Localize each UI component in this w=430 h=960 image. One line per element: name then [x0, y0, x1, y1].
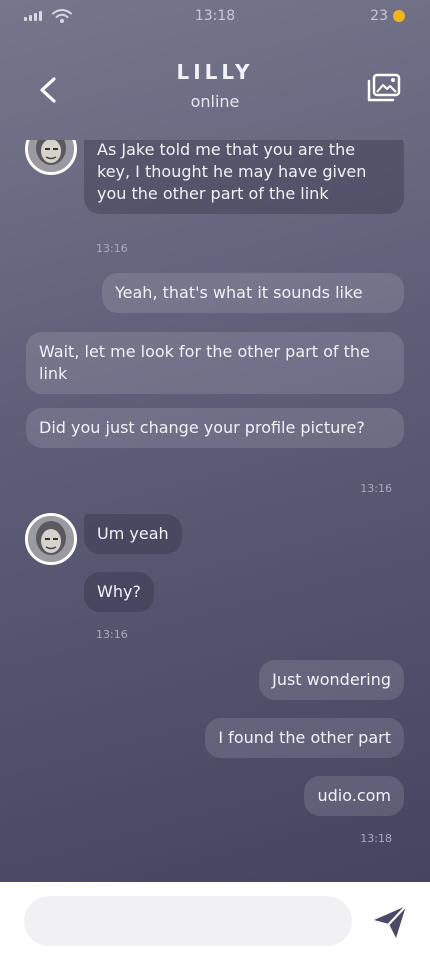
message-bubble: Why?: [84, 572, 154, 612]
message-text: Wait, let me look for the other part of …: [39, 342, 370, 383]
send-icon[interactable]: [370, 902, 410, 942]
message-bubble: I found the other part: [205, 718, 404, 758]
message-bubble: Yeah, that's what it sounds like: [102, 273, 404, 313]
message-text: udio.com: [317, 786, 391, 805]
message-bubble: udio.com: [304, 776, 404, 816]
chat-screen: 13:18 23 LILLY online As Jake told me th…: [0, 0, 430, 882]
message-text: Um yeah: [97, 524, 169, 543]
message-text: Yeah, that's what it sounds like: [115, 283, 363, 302]
message-bubble: Just wondering: [259, 660, 404, 700]
message-bubble: As Jake told me that you are the key, I …: [84, 140, 404, 214]
avatar-photo: [28, 140, 74, 172]
message-text: Just wondering: [272, 670, 391, 689]
message-timestamp: 13:16: [360, 482, 392, 495]
message-timestamp: 13:18: [360, 832, 392, 845]
message-timestamp: 13:16: [96, 242, 128, 255]
message-bubble: Wait, let me look for the other part of …: [26, 332, 404, 394]
battery-icon: [393, 10, 405, 22]
gallery-icon[interactable]: [366, 72, 402, 104]
message-input[interactable]: [24, 896, 352, 946]
message-bubble: Um yeah: [84, 514, 182, 554]
message-list[interactable]: As Jake told me that you are the key, I …: [0, 140, 430, 882]
message-bubble: Did you just change your profile picture…: [26, 408, 404, 448]
composer-bar: [0, 882, 430, 960]
avatar-photo: [28, 516, 74, 562]
avatar[interactable]: [25, 140, 77, 175]
message-timestamp: 13:16: [96, 628, 128, 641]
status-bar: 13:18 23: [0, 0, 430, 34]
message-text: As Jake told me that you are the key, I …: [97, 140, 367, 203]
avatar[interactable]: [25, 513, 77, 565]
message-text: Why?: [97, 582, 141, 601]
message-text: Did you just change your profile picture…: [39, 418, 365, 437]
status-time: 13:18: [194, 8, 236, 24]
battery-level: 23: [370, 8, 388, 24]
message-text: I found the other part: [218, 728, 391, 747]
